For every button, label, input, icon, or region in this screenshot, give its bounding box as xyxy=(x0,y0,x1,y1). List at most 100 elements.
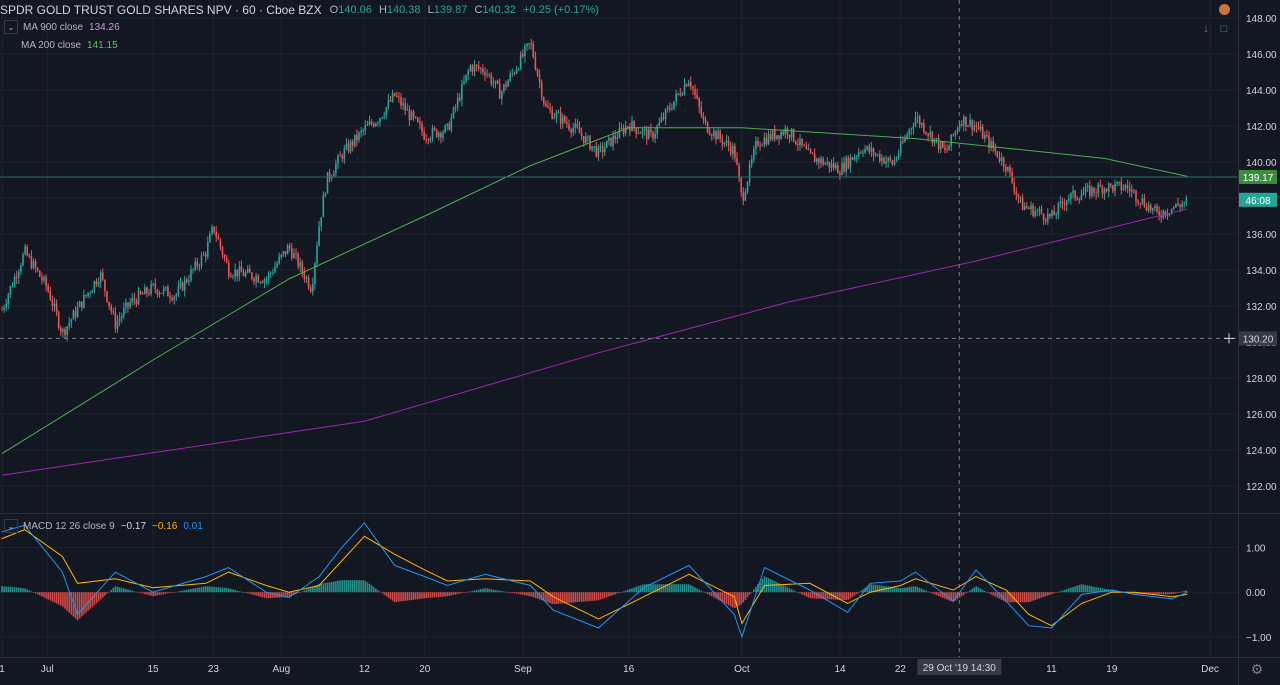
macd-histogram-bar xyxy=(41,592,43,597)
candle-body xyxy=(366,124,369,126)
fullscreen-icon[interactable]: □ xyxy=(1217,22,1231,36)
macd-histogram-bar xyxy=(908,587,910,593)
time-tick-label: 12 xyxy=(359,664,371,675)
macd-histogram-bar xyxy=(965,592,967,594)
macd-histogram-bar xyxy=(49,592,52,601)
candle-body xyxy=(536,69,539,76)
candle-body xyxy=(671,109,673,111)
candle-body xyxy=(561,116,564,124)
candle-body xyxy=(818,158,820,164)
candle-body xyxy=(708,132,711,135)
candle-body xyxy=(998,157,1001,161)
candle-body xyxy=(513,73,516,75)
candle-body xyxy=(746,181,749,193)
macd-histogram-bar xyxy=(30,591,33,593)
candle-body xyxy=(1105,188,1108,192)
candle-body xyxy=(421,124,423,132)
candle-body xyxy=(960,124,963,126)
candle-body xyxy=(570,129,572,133)
macd-histogram-bar xyxy=(351,580,354,593)
macd-histogram-bar xyxy=(125,589,127,593)
candle-body xyxy=(1005,166,1007,171)
macd-histogram-bar xyxy=(383,592,385,595)
candle-body xyxy=(305,277,308,280)
macd-histogram-bar xyxy=(55,592,58,604)
macd-histogram-bar xyxy=(417,592,419,600)
candle-body xyxy=(914,117,917,127)
macd-histogram-bar xyxy=(465,592,467,593)
chevron-down-icon[interactable]: ⌄ xyxy=(4,20,18,34)
arrow-down-icon[interactable]: ↓ xyxy=(1199,22,1213,36)
macd-histogram-bar xyxy=(589,592,591,601)
macd-histogram-bar xyxy=(1070,587,1072,593)
macd-histogram-bar xyxy=(914,586,917,593)
candle-body xyxy=(1160,216,1162,218)
candle-body xyxy=(774,130,776,140)
candle-body xyxy=(55,303,58,313)
candle-body xyxy=(769,134,772,140)
candle-body xyxy=(435,129,438,137)
candle-body xyxy=(1149,205,1152,211)
chart[interactable]: 148.00146.00144.00142.00140.00138.00136.… xyxy=(0,0,1280,685)
macd-histogram-bar xyxy=(108,591,110,593)
macd-histogram-bar xyxy=(154,592,157,596)
macd-histogram-bar xyxy=(303,590,306,593)
candle-body xyxy=(179,282,182,287)
macd-histogram-bar xyxy=(356,580,358,593)
time-tick-label: 20 xyxy=(419,664,431,675)
candle-body xyxy=(1143,198,1146,207)
macd-histogram-bar xyxy=(967,591,969,593)
macd-histogram-bar xyxy=(393,592,396,603)
macd-histogram-bar xyxy=(234,589,236,593)
candle-body xyxy=(534,57,537,70)
macd-histogram-bar xyxy=(1093,586,1095,593)
status-dot-icon[interactable] xyxy=(1219,4,1230,15)
candle-body xyxy=(837,164,839,174)
macd-histogram-bar xyxy=(274,592,276,598)
price-tick-label: 122.00 xyxy=(1246,482,1277,493)
candle-body xyxy=(1023,206,1026,211)
macd-histogram-bar xyxy=(343,580,346,593)
candle-body xyxy=(687,81,690,87)
macd-histogram-bar xyxy=(906,587,908,593)
macd-histogram-bar xyxy=(20,587,22,593)
candle-body xyxy=(242,272,245,276)
candle-body xyxy=(246,268,249,273)
chevron-down-icon[interactable]: ⌄ xyxy=(4,519,18,533)
candle-body xyxy=(643,129,646,131)
gear-icon[interactable]: ⚙ xyxy=(1248,660,1266,678)
candle-body xyxy=(383,115,385,118)
macd-histogram-bar xyxy=(624,590,627,593)
candle-body xyxy=(307,277,310,288)
macd-histogram-bar xyxy=(253,592,255,595)
candle-body xyxy=(66,326,68,336)
ma200-legend[interactable]: MA 200 close 141.15 xyxy=(21,38,118,52)
candle-body xyxy=(244,272,247,276)
candle-body xyxy=(816,158,818,163)
candle-body xyxy=(291,248,293,258)
candle-body xyxy=(597,146,600,157)
candle-body xyxy=(729,146,732,155)
candle-body xyxy=(148,293,150,295)
macd-histogram-bar xyxy=(683,584,686,593)
macd-histogram-bar xyxy=(1049,592,1051,595)
candle-body xyxy=(545,103,547,107)
macd-histogram-bar xyxy=(591,592,593,601)
macd-legend[interactable]: ⌄ MACD 12 26 close 9 −0.17 −0.16 0.01 xyxy=(4,519,203,533)
candle-body xyxy=(425,139,427,141)
candle-body xyxy=(351,141,354,146)
candle-body xyxy=(13,276,16,287)
candle-body xyxy=(349,141,352,152)
macd-histogram-bar xyxy=(900,588,902,593)
macd-histogram-bar xyxy=(429,592,432,598)
ma900-legend[interactable]: ⌄ MA 900 close 134.26 xyxy=(4,20,120,34)
macd-histogram-bar xyxy=(939,592,942,597)
macd-histogram-bar xyxy=(204,586,207,593)
macd-histogram-bar xyxy=(692,586,694,593)
macd-histogram-bar xyxy=(505,591,507,593)
candle-body xyxy=(969,119,971,126)
candle-body xyxy=(259,282,262,284)
macd-histogram-bar xyxy=(146,592,148,595)
macd-histogram-bar xyxy=(492,589,495,593)
candle-body xyxy=(78,301,81,308)
